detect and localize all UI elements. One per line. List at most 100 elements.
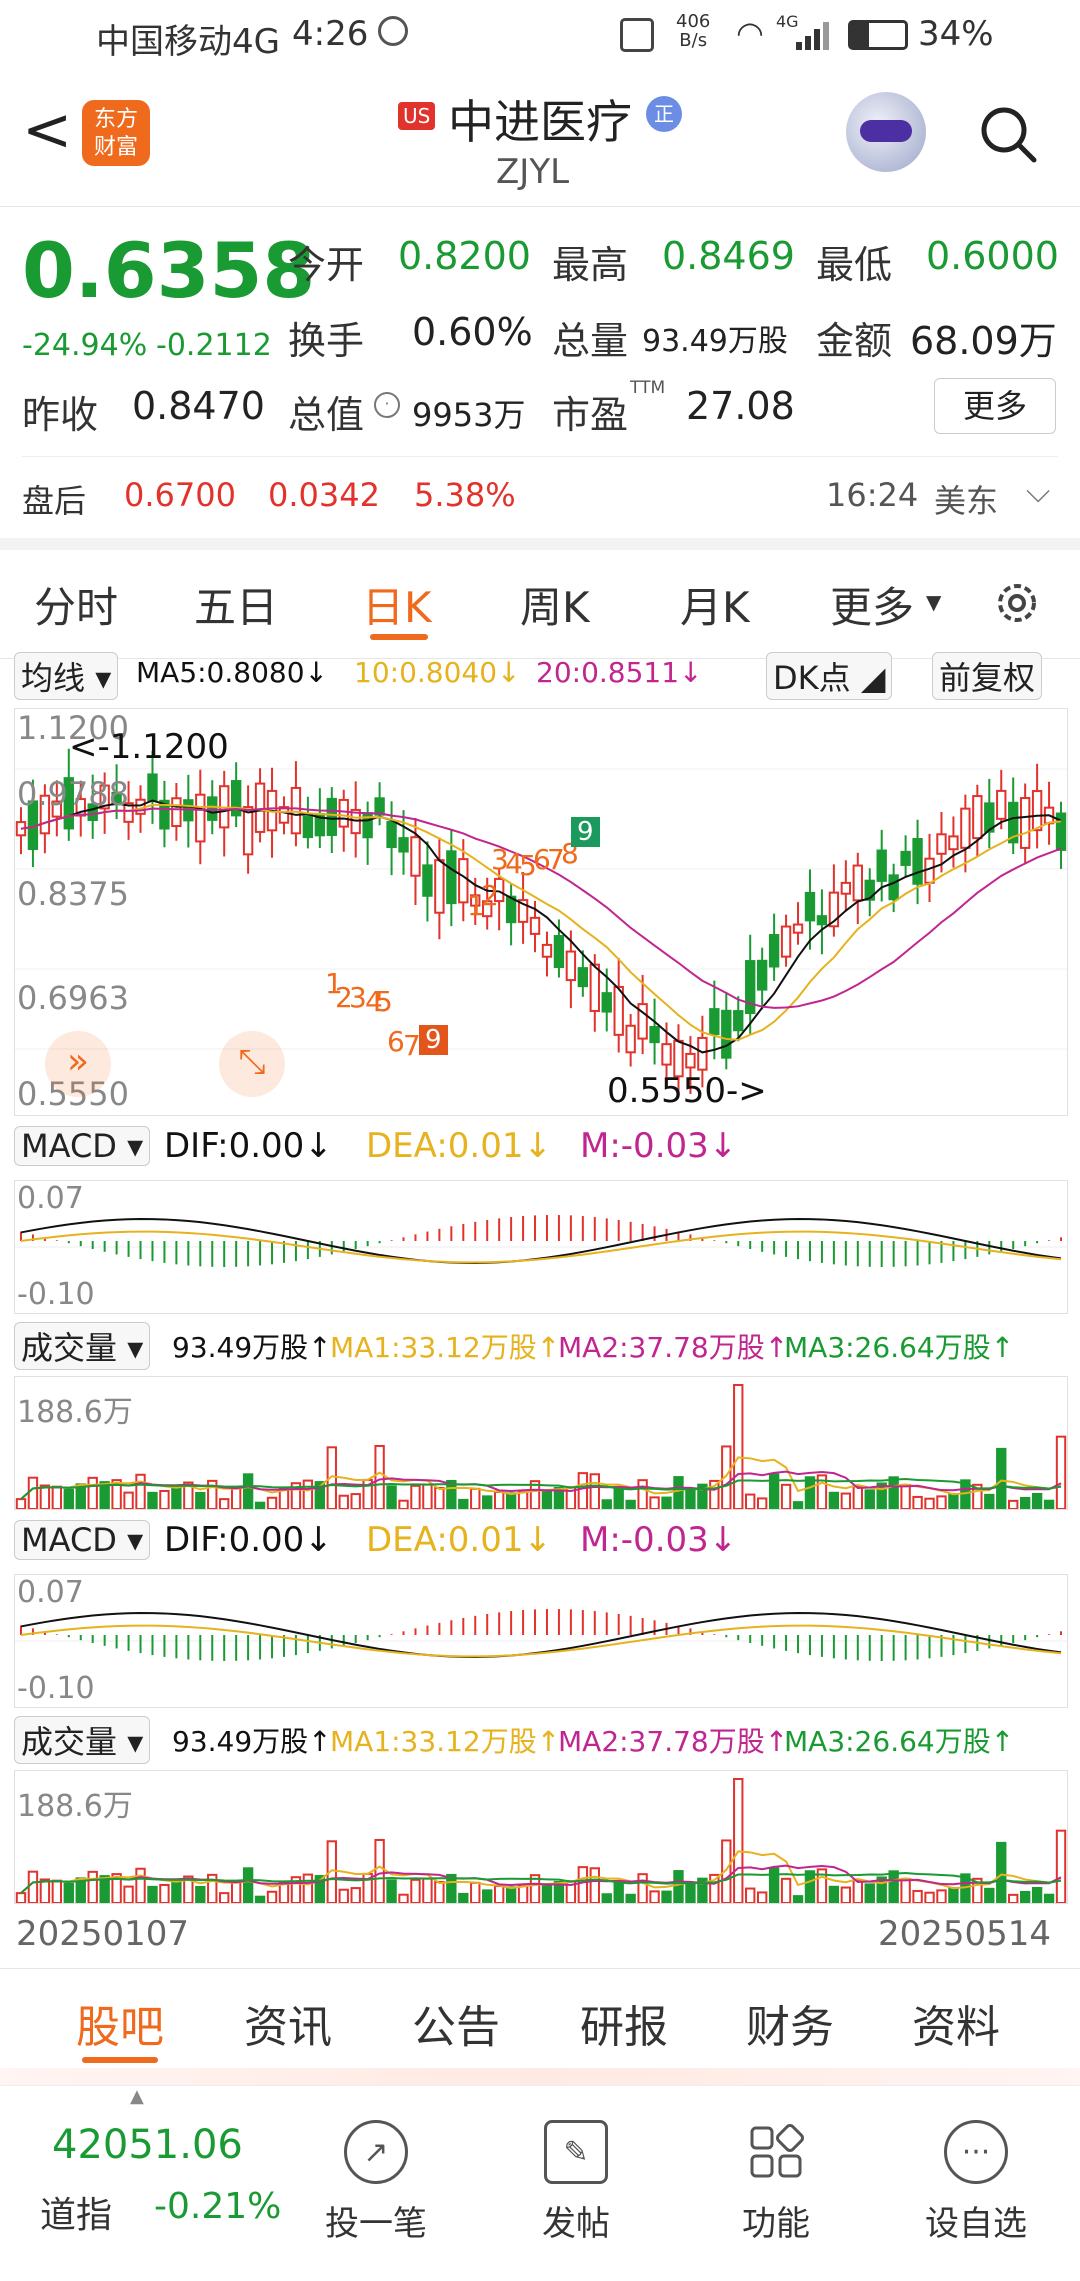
kline-candle	[948, 835, 959, 851]
kline-candle	[840, 881, 852, 895]
macd-selector[interactable]: MACD ▾	[14, 1520, 151, 1560]
index-name[interactable]: 道指	[40, 2186, 112, 2238]
search-icon[interactable]	[978, 104, 1038, 164]
volume-selector[interactable]: 成交量 ▾	[14, 1716, 151, 1764]
info-icon[interactable]: ·	[374, 392, 400, 418]
volume-bar	[673, 1870, 684, 1903]
grid-icon	[744, 2120, 808, 2184]
tab-zhouk[interactable]: 周K	[520, 574, 590, 635]
high-label: 最高	[552, 243, 629, 287]
volume-bar	[254, 1895, 266, 1903]
volume-bar	[171, 1880, 182, 1903]
kline-chart[interactable]: 1.1200 0.9788 0.8375 0.6963 0.5550 <-1.1…	[14, 708, 1068, 1116]
prev-close-label: 昨收	[22, 393, 99, 437]
volume-ma2: MA2:37.78万股↑	[558, 1331, 789, 1364]
tab-announcements[interactable]: 公告	[412, 1991, 500, 2055]
volume-bar	[87, 1476, 98, 1509]
macd-selector[interactable]: MACD ▾	[14, 1126, 151, 1166]
volume-bar	[996, 1841, 1007, 1903]
macd-dif: DIF:0.00↓	[164, 1520, 333, 1560]
fullscreen-icon[interactable]: ⤡	[219, 1031, 285, 1097]
nine-turn-marker: 2	[481, 879, 499, 912]
volume-bar	[338, 1888, 349, 1903]
more-quote-button[interactable]: 更多	[934, 378, 1056, 434]
volume-bar	[195, 1885, 206, 1903]
pe-sup: TTM	[630, 378, 666, 398]
tab-rik[interactable]: 日K	[362, 574, 432, 635]
volume-selector[interactable]: 成交量 ▾	[14, 1322, 151, 1370]
volume-bar	[27, 1870, 39, 1903]
kline-y-label: 0.8375	[17, 875, 129, 913]
kline-candle	[733, 1010, 744, 1032]
volume-bar	[673, 1476, 684, 1509]
index-change[interactable]: -0.21%	[154, 2186, 281, 2227]
volume-bar	[840, 1886, 852, 1903]
volume-bar	[39, 1484, 51, 1509]
open-value: 0.8200	[398, 234, 531, 278]
expand-left-icon[interactable]: »	[45, 1031, 111, 1097]
volume-bar	[637, 1873, 648, 1903]
volume-bar	[625, 1893, 636, 1903]
volume-bar	[1008, 1499, 1019, 1509]
tab-yuek[interactable]: 月K	[680, 574, 750, 635]
tab-news[interactable]: 资讯	[244, 1991, 332, 2055]
volume-legend: 成交量 ▾ 93.49万股↑ MA1:33.12万股↑ MA2:37.78万股↑…	[14, 1320, 1074, 1370]
volume-bar	[458, 1498, 469, 1509]
index-value[interactable]: 42051.06	[52, 2122, 243, 2168]
macd-legend: MACD ▾ DIF:0.00↓ DEA:0.01↓ M:-0.03↓	[14, 1518, 1074, 1566]
functions-button[interactable]: 功能	[711, 2120, 841, 2245]
tab-wuri[interactable]: 五日	[194, 574, 278, 635]
chevron-down-icon[interactable]: ⌵	[1026, 472, 1050, 511]
assistant-avatar[interactable]	[846, 92, 926, 172]
quote-panel: 0.6358 -24.94% -0.2112 今开 0.8200 最高 0.84…	[0, 206, 1080, 536]
volume-bar	[613, 1487, 624, 1509]
back-icon[interactable]: <	[22, 100, 72, 160]
settings-gear-icon[interactable]	[990, 576, 1044, 630]
bottom-toolbar: ▲ 42051.06 道指 -0.21% ↗ 投一笔 ✎ 发帖 功能 ··· 设…	[0, 2085, 1080, 2281]
volume-bar	[517, 1885, 529, 1903]
volume-bar	[589, 1867, 600, 1903]
volume-bar	[242, 1867, 254, 1903]
after-hours-zone[interactable]: 美东	[934, 476, 998, 522]
nine-turn-marker: 9	[419, 1025, 448, 1055]
volume-bar	[266, 1890, 278, 1903]
volume-bar	[39, 1878, 51, 1903]
turnover-label: 换手	[288, 319, 365, 363]
kline-candle	[589, 963, 600, 1012]
macd-dea: DEA:0.01↓	[366, 1520, 552, 1560]
volume-ma2: MA2:37.78万股↑	[558, 1725, 789, 1758]
change-amt: -0.2112	[156, 328, 272, 363]
ma-selector[interactable]: 均线 ▾	[14, 652, 119, 700]
volume-bar	[230, 1881, 242, 1903]
kline-candle	[410, 836, 421, 877]
kline-candle	[661, 1043, 672, 1066]
dk-point-button[interactable]: DK点 ◢	[766, 652, 893, 700]
kline-candle	[338, 798, 349, 828]
volume-bar	[601, 1893, 612, 1903]
ma5-value: MA5:0.8080↓	[136, 656, 328, 689]
volume-bar	[517, 1491, 529, 1509]
post-button[interactable]: ✎ 发帖	[511, 2120, 641, 2245]
volume-bar	[470, 1881, 481, 1903]
mktcap-value: 9953万	[412, 396, 526, 434]
tab-finance[interactable]: 财务	[746, 1991, 834, 2055]
tab-research[interactable]: 研报	[580, 1991, 668, 2055]
volume-bar	[350, 1887, 361, 1903]
caret-down-icon: ▼	[926, 590, 942, 614]
ma10-value: 10:0.8040↓	[354, 656, 521, 689]
volume-bar	[589, 1473, 600, 1509]
kline-candle	[685, 1052, 696, 1069]
fq-button[interactable]: 前复权	[932, 652, 1043, 700]
kline-candle	[446, 850, 457, 905]
add-watchlist-button[interactable]: ··· 设自选	[911, 2120, 1041, 2245]
vibrate-icon	[620, 18, 654, 52]
bet-button[interactable]: ↗ 投一笔	[311, 2120, 441, 2245]
tab-profile[interactable]: 资料	[912, 1991, 1000, 2055]
tab-guba[interactable]: 股吧	[76, 1991, 164, 2055]
tab-more[interactable]: 更多	[830, 574, 914, 635]
battery-level: 34%	[918, 14, 994, 54]
tab-fenshi[interactable]: 分时	[34, 574, 118, 635]
volume-bar	[1043, 1499, 1055, 1509]
kline-candle	[254, 782, 266, 833]
low-value: 0.6000	[926, 234, 1059, 278]
